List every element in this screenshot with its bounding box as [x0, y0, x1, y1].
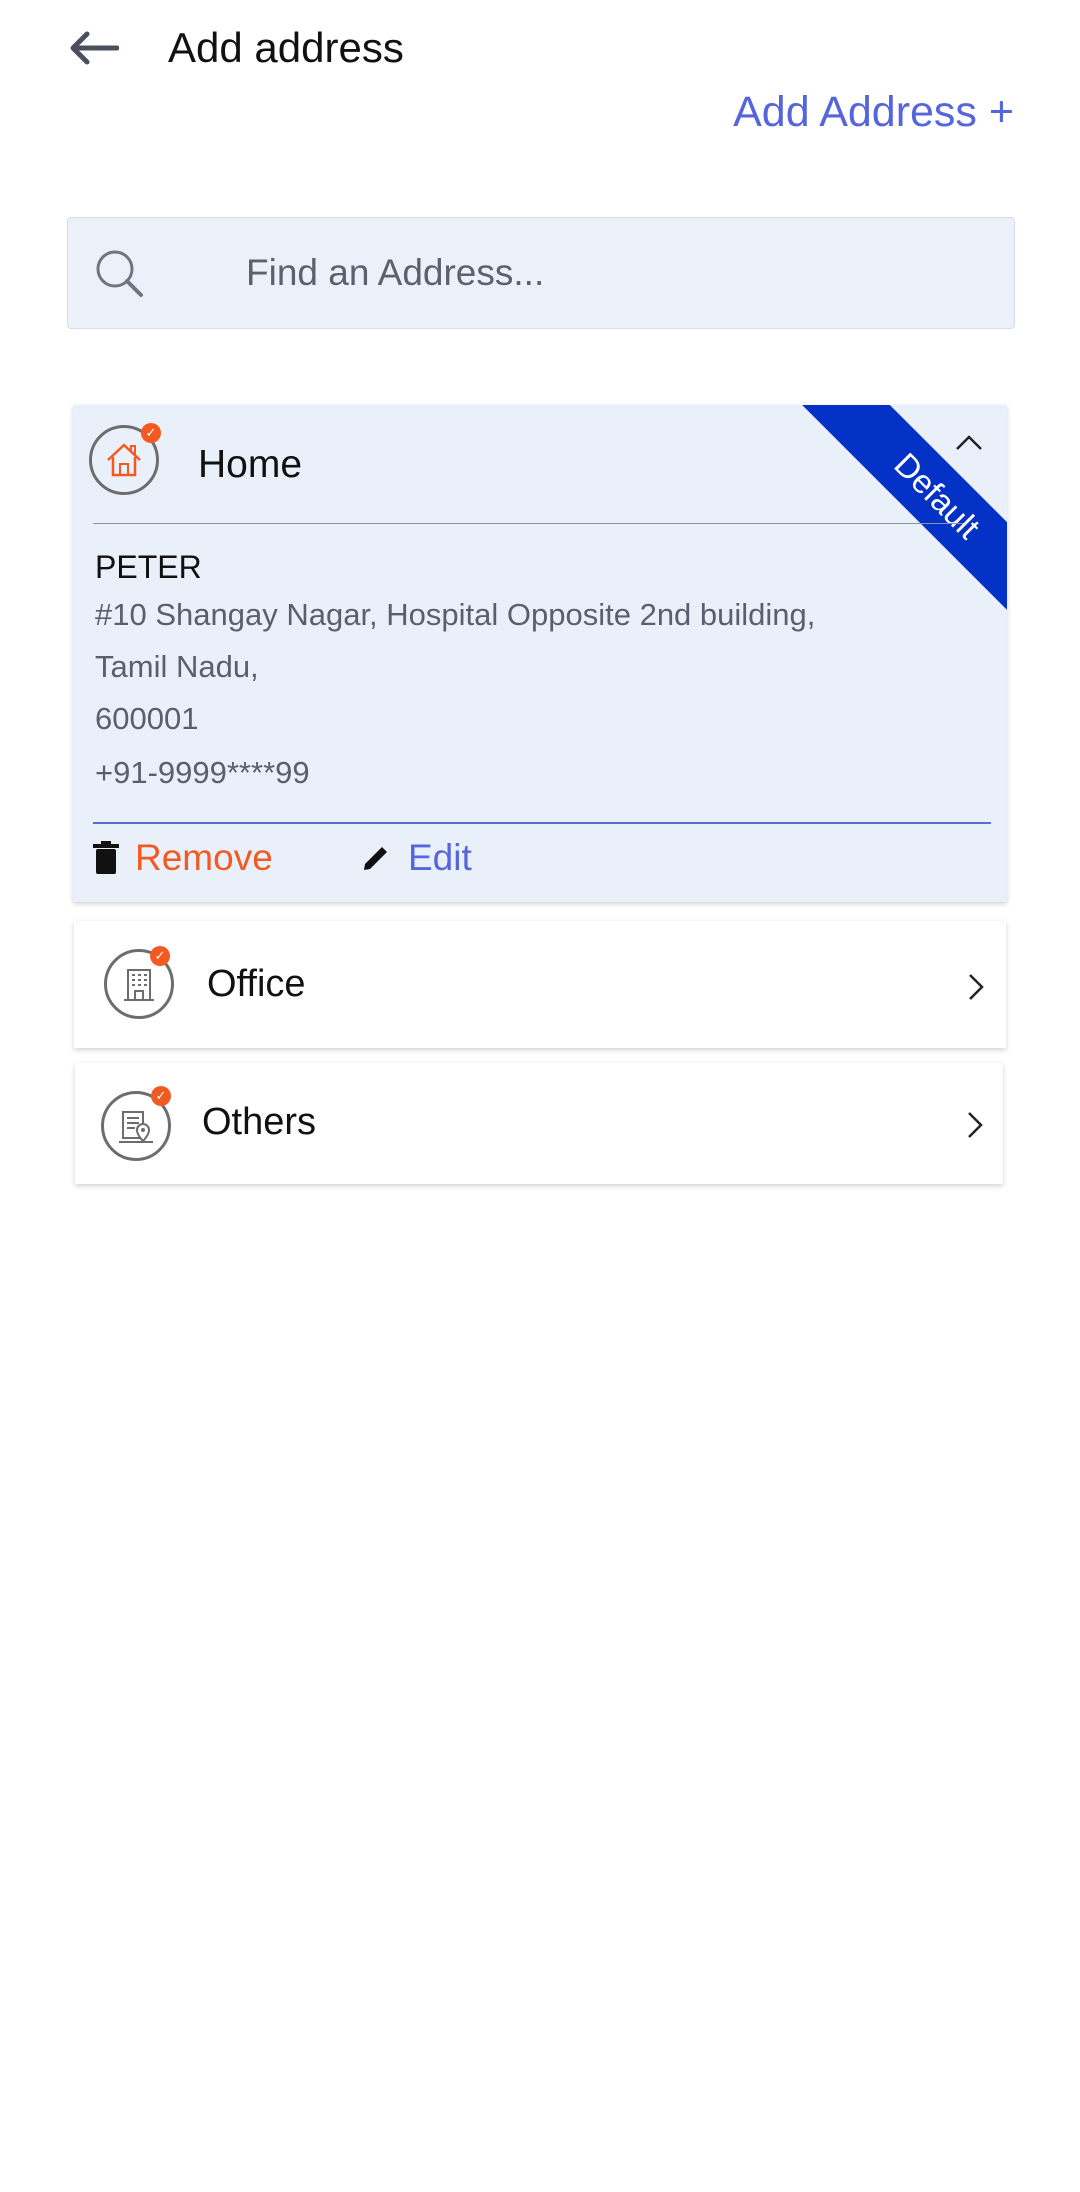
search-box — [67, 217, 1015, 329]
address-label: Office — [207, 963, 306, 1005]
trash-icon — [93, 841, 119, 874]
back-button[interactable] — [62, 20, 126, 76]
office-building-icon — [124, 969, 154, 1001]
search-icon — [96, 250, 143, 297]
check-icon: ✓ — [151, 1086, 171, 1106]
home-icon — [107, 443, 141, 477]
chevron-right-icon — [968, 1112, 983, 1138]
others-location-icon — [119, 1111, 153, 1143]
remove-label: Remove — [135, 837, 273, 878]
edit-label: Edit — [408, 837, 472, 878]
address-pincode: 600001 — [95, 701, 199, 736]
add-address-link[interactable]: Add Address + — [733, 88, 1014, 137]
check-icon: ✓ — [150, 946, 170, 966]
recipient-name: PETER — [95, 549, 202, 585]
chevron-right-icon — [969, 974, 984, 1000]
chevron-up-icon — [956, 435, 982, 450]
address-details: PETER #10 Shangay Nagar, Hospital Opposi… — [95, 545, 815, 799]
back-arrow-icon — [70, 31, 119, 65]
edit-button[interactable]: Edit — [360, 837, 472, 879]
address-card-office[interactable]: ✓ Office — [74, 921, 1006, 1048]
remove-button[interactable]: Remove — [93, 837, 273, 879]
address-label: Others — [202, 1101, 317, 1143]
collapse-button[interactable] — [949, 425, 989, 459]
address-line-2: Tamil Nadu, — [95, 649, 259, 684]
check-icon: ✓ — [141, 423, 161, 443]
page-title: Add address — [168, 24, 404, 71]
address-card-others[interactable]: ✓ Others — [75, 1063, 1003, 1184]
search-input[interactable] — [178, 218, 978, 328]
address-label: Home — [198, 443, 303, 486]
divider — [93, 523, 963, 524]
address-line-1: #10 Shangay Nagar, Hospital Opposite 2nd… — [95, 597, 816, 632]
phone-number: +91-9999****99 — [95, 755, 310, 790]
pencil-icon — [364, 847, 387, 870]
address-card-home: ✓ Home Default PETER #10 Shangay Nagar, … — [73, 405, 1007, 902]
divider — [93, 822, 991, 824]
